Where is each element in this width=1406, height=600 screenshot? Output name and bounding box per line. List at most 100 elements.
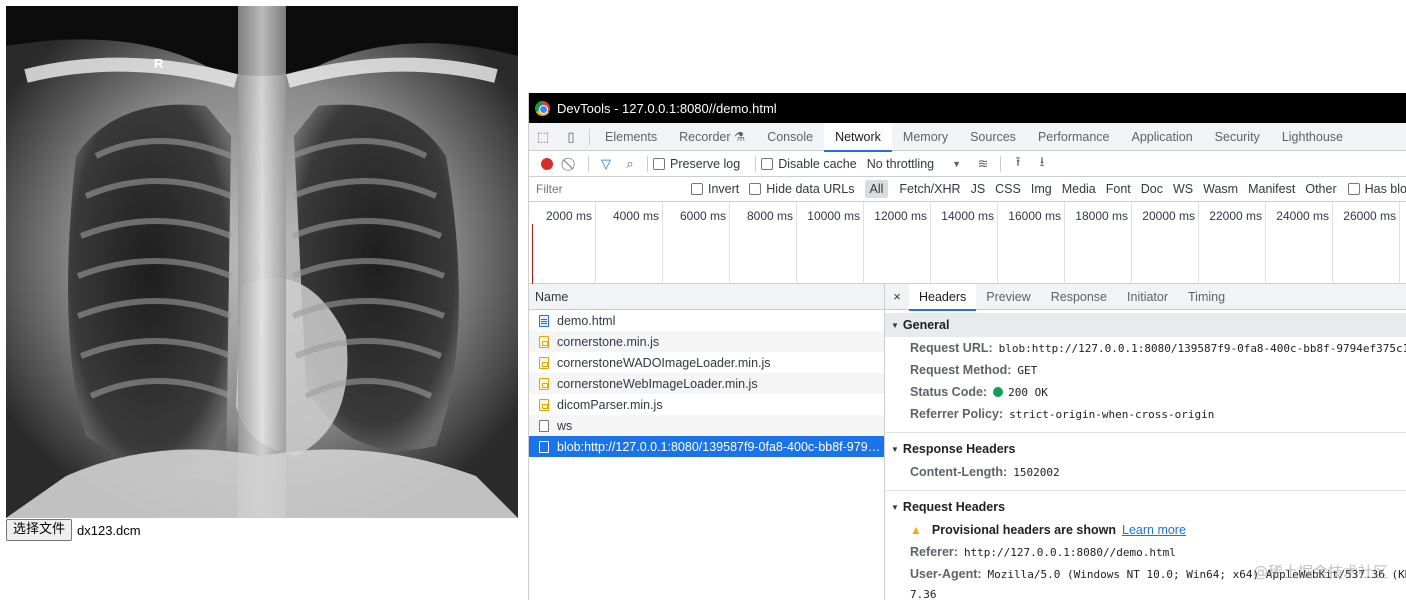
tab-console[interactable]: Console <box>756 123 824 151</box>
request-row[interactable]: dicomParser.min.js <box>529 394 884 415</box>
tab-performance[interactable]: Performance <box>1027 123 1121 151</box>
record-button[interactable] <box>535 152 559 176</box>
filter-icon[interactable]: ▽ <box>594 152 618 176</box>
warning-text: Provisional headers are shown <box>931 523 1116 537</box>
devtools-titlebar[interactable]: DevTools - 127.0.0.1:8080//demo.html <box>529 93 1406 123</box>
general-section-header[interactable]: ▼ General <box>885 313 1406 337</box>
filter-type-other[interactable]: Other <box>1300 180 1341 198</box>
timeline-tick: 26000 ms <box>529 202 1400 284</box>
close-icon[interactable]: × <box>885 289 909 304</box>
response-headers-section-header[interactable]: ▼ Response Headers <box>885 437 1406 461</box>
request-details: × Headers Preview Response Initiator Tim… <box>885 284 1406 600</box>
tab-recorder[interactable]: Recorder ⚗ <box>668 123 756 151</box>
has-blocked-cookies-checkbox[interactable]: Has blocke <box>1347 182 1406 196</box>
filter-type-all[interactable]: All <box>864 180 889 198</box>
filter-type-ws[interactable]: WS <box>1168 180 1198 198</box>
triangle-down-icon: ▼ <box>891 502 899 512</box>
toolbar-divider <box>1000 155 1002 172</box>
tab-elements[interactable]: Elements <box>594 123 668 151</box>
search-icon[interactable]: ⌕ <box>618 152 642 176</box>
header-value: strict-origin-when-cross-origin <box>1009 407 1215 421</box>
filter-type-media[interactable]: Media <box>1057 180 1101 198</box>
details-tabbar: × Headers Preview Response Initiator Tim… <box>885 284 1406 311</box>
preserve-log-label: Preserve log <box>670 156 741 171</box>
checkbox-box <box>1347 183 1360 195</box>
tab-headers[interactable]: Headers <box>909 284 977 311</box>
request-row[interactable]: cornerstoneWebImageLoader.min.js <box>529 373 884 394</box>
section-divider <box>885 425 1406 433</box>
js-file-icon <box>539 335 549 348</box>
header-row-referer: Referer: http://127.0.0.1:8080//demo.html <box>885 541 1406 563</box>
request-row[interactable]: ws <box>529 415 884 436</box>
screenshot-root: R 选择文件 dx123.dcm DevTools - 127.0.0.1:80… <box>0 0 1406 600</box>
timeline-tick-label: 26000 ms <box>1343 209 1396 223</box>
dicom-viewport[interactable]: R <box>6 6 518 518</box>
header-value: http://127.0.0.1:8080//demo.html <box>963 545 1176 559</box>
section-divider <box>885 483 1406 491</box>
request-row[interactable]: demo.html <box>529 310 884 331</box>
tab-initiator[interactable]: Initiator <box>1117 284 1178 310</box>
filter-type-doc[interactable]: Doc <box>1136 180 1168 198</box>
filter-type-font[interactable]: Font <box>1101 180 1136 198</box>
network-split-view: Name demo.html cornerstone.min.js corner… <box>529 284 1406 600</box>
js-file-icon <box>539 398 549 411</box>
chrome-icon <box>535 100 550 116</box>
header-row-request-method: Request Method: GET <box>885 359 1406 381</box>
js-file-icon <box>539 377 549 390</box>
file-icon <box>539 440 549 453</box>
request-row-selected[interactable]: blob:http://127.0.0.1:8080/139587f9-0fa8… <box>529 436 884 457</box>
device-toolbar-icon[interactable]: ▯ <box>557 123 585 151</box>
throttling-value: No throttling <box>866 156 935 171</box>
import-har-icon[interactable]: ⭱ <box>1006 152 1030 176</box>
file-input-row: 选择文件 dx123.dcm <box>6 519 141 541</box>
tab-application[interactable]: Application <box>1121 123 1204 151</box>
request-name: cornerstoneWADOImageLoader.min.js <box>557 355 771 370</box>
doc-icon <box>539 314 549 327</box>
header-row-content-length: Content-Length: 1502002 <box>885 461 1406 483</box>
request-row[interactable]: cornerstone.min.js <box>529 331 884 352</box>
header-value: GET <box>1017 363 1038 377</box>
network-conditions-icon[interactable]: ≋ <box>971 152 995 176</box>
choose-file-button[interactable]: 选择文件 <box>6 519 73 541</box>
export-har-icon[interactable]: ⭳ <box>1030 152 1054 176</box>
file-icon <box>539 419 549 432</box>
triangle-down-icon: ▼ <box>891 444 899 454</box>
preserve-log-checkbox[interactable]: Preserve log <box>653 157 740 171</box>
learn-more-link[interactable]: Learn more <box>1122 523 1186 537</box>
request-name: ws <box>557 418 573 433</box>
clear-icon[interactable]: ⃠ <box>559 152 583 176</box>
tabbar-divider <box>589 128 590 145</box>
request-list-header[interactable]: Name <box>529 284 884 310</box>
filter-type-css[interactable]: CSS <box>990 180 1026 198</box>
filter-input[interactable] <box>531 179 691 199</box>
disable-cache-checkbox[interactable]: Disable cache <box>761 157 857 171</box>
tab-response[interactable]: Response <box>1041 284 1117 310</box>
network-overview-timeline[interactable]: 2000 ms 4000 ms 6000 ms 8000 ms 10000 ms 1200… <box>529 202 1406 284</box>
throttling-select[interactable]: No throttling ▼ <box>867 157 961 171</box>
header-key: Status Code: <box>910 385 988 399</box>
tab-sources[interactable]: Sources <box>959 123 1027 151</box>
user-agent-continuation: 7.36 <box>910 588 937 600</box>
inspect-element-icon[interactable]: ⬚ <box>529 123 557 151</box>
request-headers-section-header[interactable]: ▼ Request Headers <box>885 495 1406 519</box>
filter-type-wasm[interactable]: Wasm <box>1198 180 1243 198</box>
tab-memory[interactable]: Memory <box>892 123 959 151</box>
hide-data-urls-label: Hide data URLs <box>766 182 855 196</box>
network-filterbar: Invert Hide data URLs All Fetch/XHR JS C… <box>529 177 1406 202</box>
filter-type-manifest[interactable]: Manifest <box>1243 180 1300 198</box>
filter-type-fetch-xhr[interactable]: Fetch/XHR <box>894 180 965 198</box>
chevron-down-icon: ▼ <box>952 158 962 169</box>
tab-network[interactable]: Network <box>824 122 892 152</box>
tab-timing[interactable]: Timing <box>1178 284 1235 310</box>
window-title: DevTools - 127.0.0.1:8080//demo.html <box>557 100 777 116</box>
filter-type-js[interactable]: JS <box>966 180 991 198</box>
tab-lighthouse[interactable]: Lighthouse <box>1271 123 1354 151</box>
hide-data-urls-checkbox[interactable]: Hide data URLs <box>749 182 855 196</box>
tab-preview[interactable]: Preview <box>976 284 1040 310</box>
header-row-referrer-policy: Referrer Policy: strict-origin-when-cross… <box>885 403 1406 425</box>
filter-type-img[interactable]: Img <box>1026 180 1057 198</box>
tab-security[interactable]: Security <box>1204 123 1271 151</box>
status-ok-icon <box>993 387 1004 397</box>
invert-checkbox[interactable]: Invert <box>691 182 739 196</box>
request-row[interactable]: cornerstoneWADOImageLoader.min.js <box>529 352 884 373</box>
